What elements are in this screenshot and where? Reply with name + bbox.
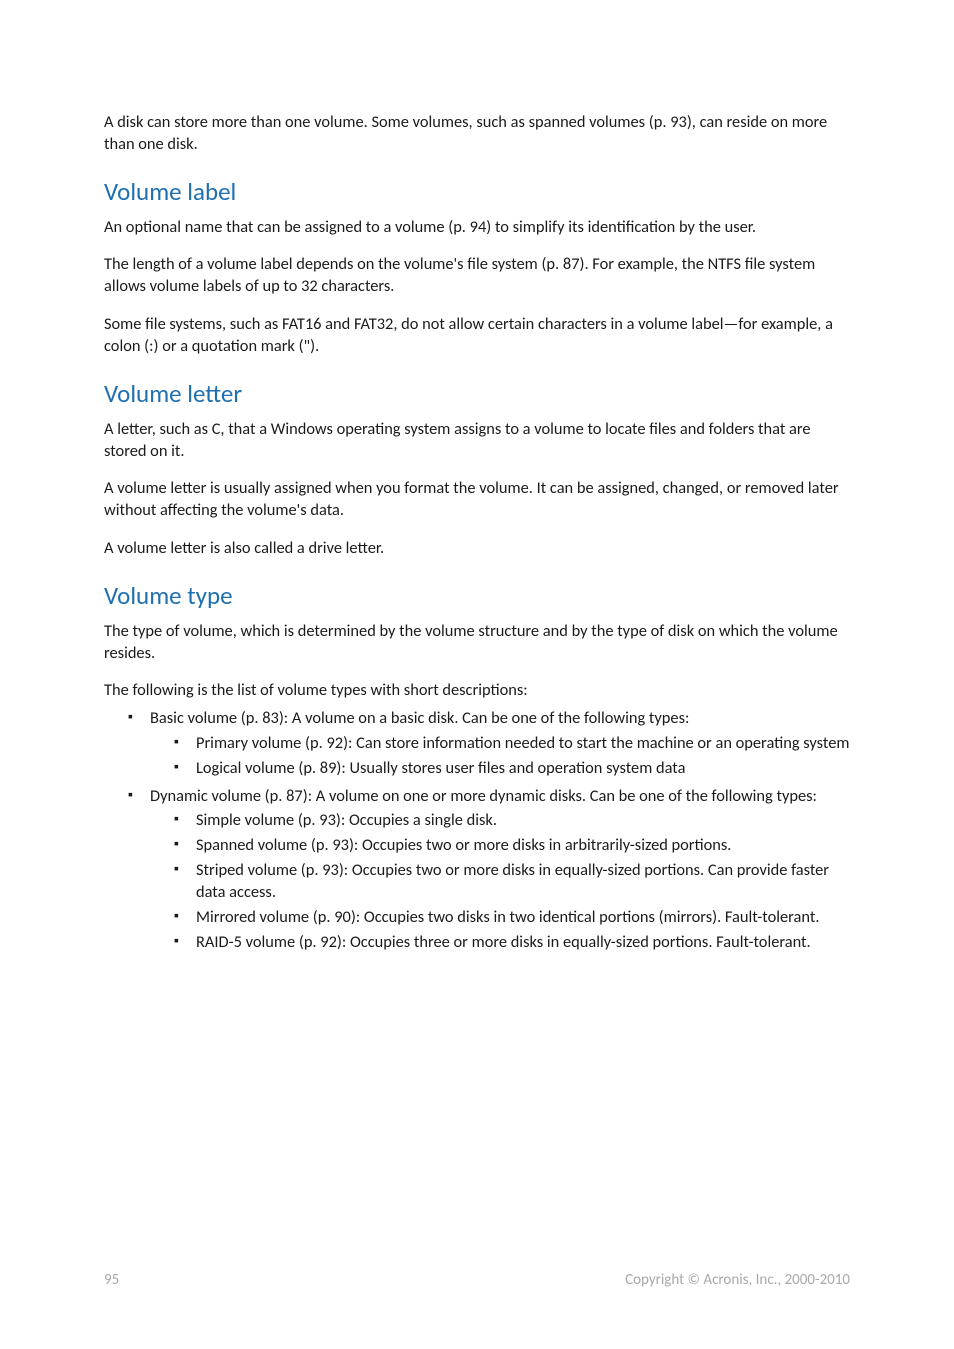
volume-label-p1: An optional name that can be assigned to… — [104, 217, 850, 239]
document-page: A disk can store more than one volume. S… — [0, 0, 954, 1349]
list-item: Primary volume (p. 92): Can store inform… — [174, 733, 850, 755]
list-item: Dynamic volume (p. 87): A volume on one … — [128, 786, 850, 954]
volume-label-p3: Some file systems, such as FAT16 and FAT… — [104, 314, 850, 358]
page-number: 95 — [104, 1271, 119, 1289]
heading-volume-type: Volume type — [104, 580, 850, 611]
list-item: Basic volume (p. 83): A volume on a basi… — [128, 708, 850, 779]
list-item: Mirrored volume (p. 90): Occupies two di… — [174, 907, 850, 929]
list-item: RAID-5 volume (p. 92): Occupies three or… — [174, 932, 850, 954]
list-item: Striped volume (p. 93): Occupies two or … — [174, 860, 850, 904]
page-footer: 95 Copyright © Acronis, Inc., 2000-2010 — [104, 1271, 850, 1289]
copyright-text: Copyright © Acronis, Inc., 2000-2010 — [625, 1271, 850, 1289]
volume-letter-p2: A volume letter is usually assigned when… — [104, 478, 850, 522]
list-item: Logical volume (p. 89): Usually stores u… — [174, 758, 850, 780]
volume-letter-p1: A letter, such as C, that a Windows oper… — [104, 419, 850, 463]
list-item-text: Dynamic volume (p. 87): A volume on one … — [150, 786, 817, 806]
volume-type-p1: The type of volume, which is determined … — [104, 621, 850, 665]
volume-label-p2: The length of a volume label depends on … — [104, 254, 850, 298]
heading-volume-letter: Volume letter — [104, 378, 850, 409]
list-item-text: Basic volume (p. 83): A volume on a basi… — [150, 708, 689, 728]
sublist: Simple volume (p. 93): Occupies a single… — [150, 810, 850, 953]
intro-paragraph: A disk can store more than one volume. S… — [104, 112, 850, 156]
heading-volume-label: Volume label — [104, 176, 850, 207]
volume-type-p2: The following is the list of volume type… — [104, 680, 850, 702]
volume-type-list: Basic volume (p. 83): A volume on a basi… — [104, 708, 850, 953]
list-item: Spanned volume (p. 93): Occupies two or … — [174, 835, 850, 857]
volume-letter-p3: A volume letter is also called a drive l… — [104, 538, 850, 560]
sublist: Primary volume (p. 92): Can store inform… — [150, 733, 850, 780]
list-item: Simple volume (p. 93): Occupies a single… — [174, 810, 850, 832]
